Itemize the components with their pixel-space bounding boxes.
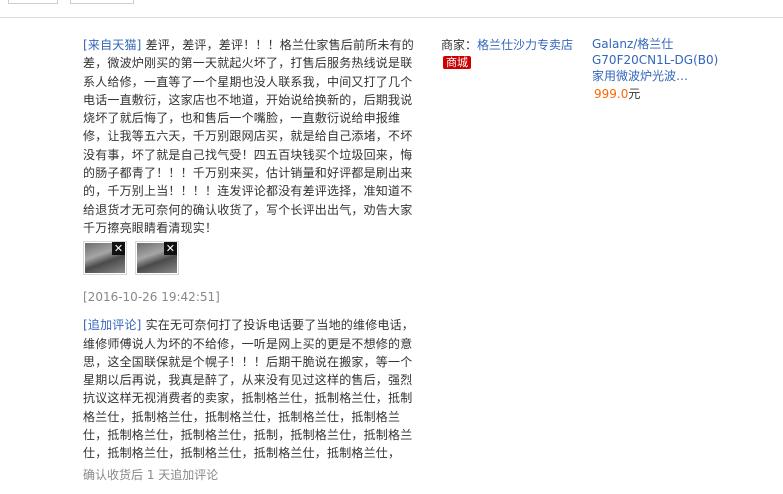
top-tab-button[interactable] <box>8 0 58 4</box>
top-tab-button[interactable] <box>70 0 134 4</box>
shop-label: 商家： <box>441 38 478 52</box>
item-info: Galanz/格兰仕G70F20CN1L-DG(B0)家用微波炉光波… 999.… <box>592 36 727 102</box>
review-text: 差评，差评，差评！！！格兰仕家售后前所未有的差，微波炉刚买的第一天就起火坏了，打… <box>83 38 414 235</box>
item-price: 999.0 <box>594 87 629 101</box>
review-photos: ✕ ✕ <box>83 241 423 281</box>
review-timestamp: [2016-10-26 19:42:51] <box>83 290 220 305</box>
item-link[interactable]: Galanz/格兰仕G70F20CN1L-DG(B0)家用微波炉光波… <box>592 36 727 84</box>
append-review: [追加评论] 实在无可奈何打了投诉电话要了当地的维修电话，维修师傅说人为坏的不给… <box>83 316 423 462</box>
shop-info: 商家：格兰仕沙力专卖店商城 <box>441 36 581 72</box>
source-tag[interactable]: [来自天猫] <box>83 38 142 52</box>
append-note: 确认收货后 1 天追加评论 <box>83 467 219 482</box>
review-body: [来自天猫] 差评，差评，差评！！！格兰仕家售后前所未有的差，微波炉刚买的第一天… <box>83 36 423 237</box>
close-icon[interactable]: ✕ <box>112 242 125 256</box>
mall-badge: 商城 <box>443 56 471 69</box>
append-review-text: 实在无可奈何打了投诉电话要了当地的维修电话，维修师傅说人为坏的不给修，一听是网上… <box>83 318 414 461</box>
price-currency: 元 <box>628 87 641 101</box>
price-row: 999.0元 <box>592 86 727 102</box>
close-icon[interactable]: ✕ <box>163 242 177 256</box>
append-tag: [追加评论] <box>83 318 142 333</box>
review-photo[interactable]: ✕ <box>134 241 179 276</box>
review-photo[interactable]: ✕ <box>83 241 127 276</box>
header-divider <box>0 17 783 18</box>
shop-link[interactable]: 格兰仕沙力专卖店 <box>477 38 573 52</box>
review-content: [来自天猫] 差评，差评，差评！！！格兰仕家售后前所未有的差，微波炉刚买的第一天… <box>83 36 423 483</box>
